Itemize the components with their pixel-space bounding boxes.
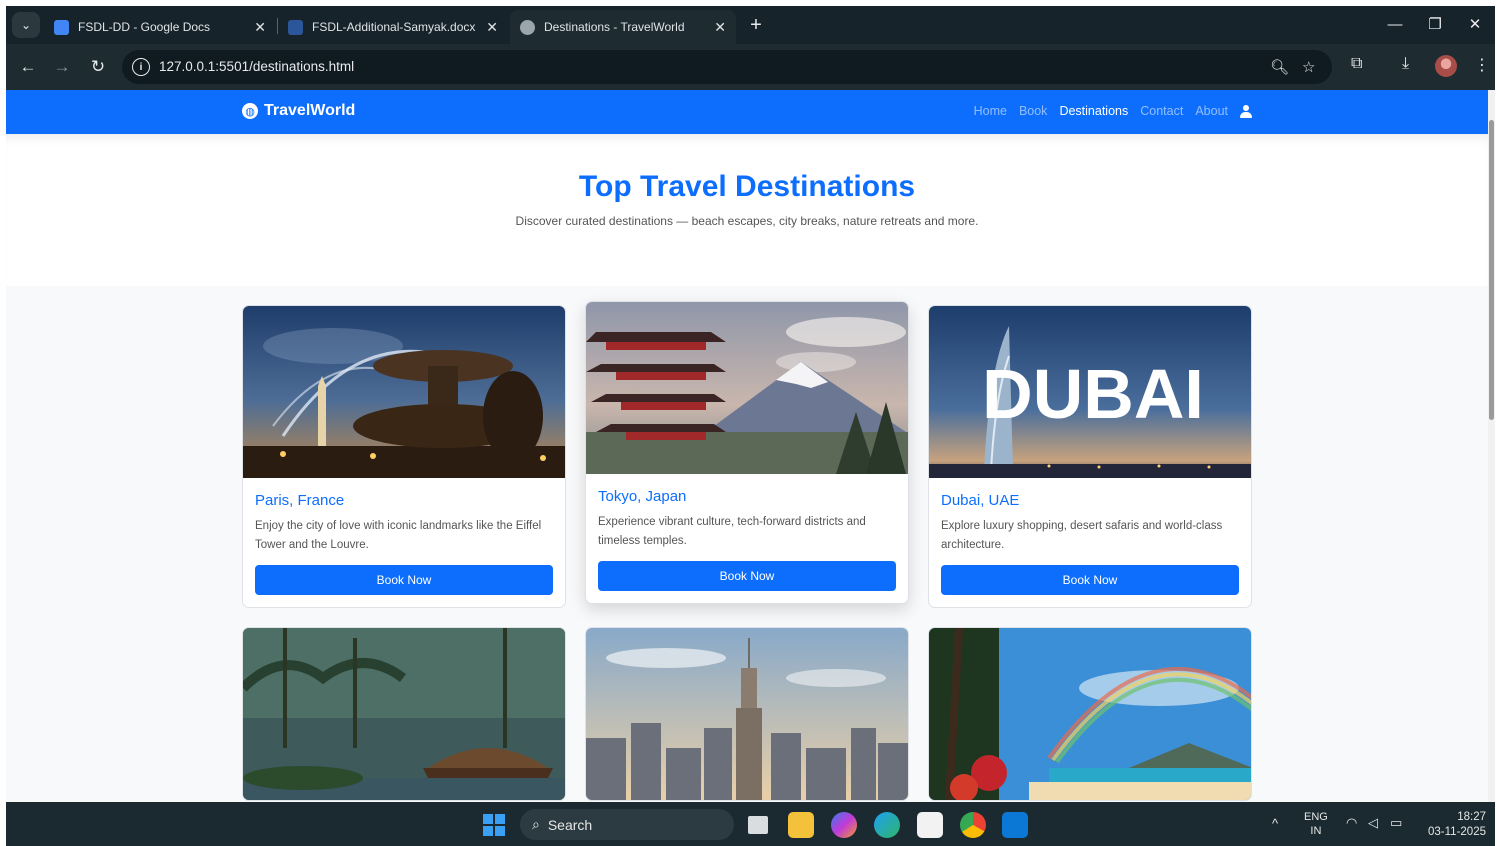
- tab-title: FSDL-Additional-Samyak.docx: [312, 20, 476, 34]
- forward-button[interactable]: →: [48, 53, 76, 81]
- taskbar-search-label: Search: [547, 816, 593, 833]
- site-info-icon[interactable]: i: [132, 58, 150, 76]
- page-scrollbar[interactable]: [1488, 90, 1495, 802]
- page-viewport: ◍ TravelWorld Home Book Destinations Con…: [6, 90, 1488, 802]
- word-icon: [288, 19, 303, 35]
- clock-date: 03-11-2025: [1428, 826, 1486, 838]
- destinations-grid: Paris, France Enjoy the city of love wit…: [6, 286, 1488, 802]
- tab-search-button[interactable]: ⌄: [12, 12, 40, 38]
- taskbar-search[interactable]: ⌕ Search: [520, 809, 734, 840]
- close-icon[interactable]: ✕: [486, 19, 498, 36]
- profile-avatar[interactable]: [1435, 55, 1457, 77]
- reload-button[interactable]: ↻: [84, 53, 112, 81]
- page-title: Top Travel Destinations: [578, 170, 916, 203]
- store-icon[interactable]: [917, 812, 943, 838]
- window-close-button[interactable]: ✕: [1455, 10, 1495, 38]
- download-icon[interactable]: ⤓: [1402, 55, 1409, 73]
- tab-title: FSDL-DD - Google Docs: [78, 20, 211, 34]
- tab-title: Destinations - TravelWorld: [544, 20, 685, 34]
- menu-icon[interactable]: ⋮: [1474, 55, 1490, 75]
- lang-top: ENG: [1304, 811, 1328, 823]
- book-now-button-paris[interactable]: Book Now: [255, 565, 553, 595]
- tab-destinations[interactable]: Destinations - TravelWorld ✕: [510, 10, 736, 44]
- volume-icon[interactable]: ◁: [1368, 815, 1378, 831]
- nav-home[interactable]: Home: [974, 104, 1007, 118]
- browser-toolbar: ← → ↻ i 127.0.0.1:5501/destinations.html…: [6, 44, 1495, 90]
- task-view-icon[interactable]: [748, 816, 768, 834]
- globe-icon: [520, 19, 535, 35]
- close-icon[interactable]: ✕: [714, 19, 726, 36]
- destination-card-tokyo: Tokyo, Japan Experience vibrant culture,…: [585, 301, 909, 604]
- destination-card-dubai: DUBAI Dubai, UAE Explore luxury shopping…: [928, 305, 1252, 608]
- windows-start-icon[interactable]: [483, 814, 505, 836]
- search-icon: ⌕: [532, 816, 540, 832]
- nav-contact[interactable]: Contact: [1140, 104, 1183, 118]
- os-taskbar: ⌕ Search ^ ENG IN ◠ ◁ ▭ 18:27 03-11-2025: [6, 802, 1495, 846]
- file-explorer-icon[interactable]: [788, 812, 814, 838]
- close-icon[interactable]: ✕: [254, 19, 266, 36]
- tokyo-image: [586, 302, 908, 474]
- globe-icon: ◍: [242, 103, 258, 119]
- backwaters-image: [243, 628, 565, 800]
- google-docs-icon: [54, 19, 69, 35]
- wifi-icon[interactable]: ◠: [1346, 815, 1357, 831]
- destination-card-paris: Paris, France Enjoy the city of love wit…: [242, 305, 566, 608]
- book-now-button-tokyo[interactable]: Book Now: [598, 561, 896, 591]
- clock-time: 18:27: [1457, 811, 1486, 823]
- address-bar[interactable]: i 127.0.0.1:5501/destinations.html 🔍︎ ☆: [122, 50, 1332, 84]
- new-tab-button[interactable]: +: [743, 12, 769, 38]
- hero-section: Top Travel Destinations Discover curated…: [6, 134, 1488, 286]
- book-now-button-dubai[interactable]: Book Now: [941, 565, 1239, 595]
- nav-links: Home Book Destinations Contact About: [974, 104, 1252, 118]
- site-navbar: ◍ TravelWorld Home Book Destinations Con…: [6, 90, 1488, 134]
- dubai-image-text: DUBAI: [982, 355, 1204, 433]
- restore-button[interactable]: ❐: [1415, 10, 1455, 38]
- tab-word-doc[interactable]: FSDL-Additional-Samyak.docx ✕: [278, 10, 508, 44]
- site-brand[interactable]: ◍ TravelWorld: [242, 102, 355, 120]
- tab-google-docs[interactable]: FSDL-DD - Google Docs ✕: [44, 10, 276, 44]
- battery-icon[interactable]: ▭: [1390, 815, 1402, 831]
- card-description: Experience vibrant culture, tech-forward…: [598, 516, 866, 547]
- user-icon[interactable]: [1240, 104, 1252, 118]
- destination-card-hawaii: [928, 627, 1252, 801]
- hawaii-image: [929, 628, 1251, 800]
- extensions-icon[interactable]: ⧉: [1351, 55, 1362, 73]
- minimize-button[interactable]: —: [1375, 10, 1415, 38]
- card-title[interactable]: Tokyo, Japan: [598, 488, 896, 505]
- system-clock[interactable]: 18:27 03-11-2025: [1416, 810, 1486, 840]
- lang-bottom: IN: [1310, 825, 1322, 837]
- language-indicator[interactable]: ENG IN: [1304, 810, 1328, 838]
- nav-book[interactable]: Book: [1019, 104, 1048, 118]
- paris-image: [243, 306, 565, 478]
- brand-name: TravelWorld: [264, 102, 356, 119]
- card-title[interactable]: Dubai, UAE: [941, 492, 1239, 509]
- card-title[interactable]: Paris, France: [255, 492, 553, 509]
- tab-bar: ⌄ FSDL-DD - Google Docs ✕ FSDL-Additiona…: [6, 6, 1495, 44]
- scrollbar-thumb[interactable]: [1489, 120, 1494, 420]
- destination-card-new-york: [585, 627, 909, 801]
- back-button[interactable]: ←: [14, 53, 42, 81]
- url-text[interactable]: 127.0.0.1:5501/destinations.html: [159, 59, 354, 74]
- nav-about[interactable]: About: [1195, 104, 1228, 118]
- chrome-icon[interactable]: [960, 812, 986, 838]
- chevron-up-icon[interactable]: ^: [1272, 816, 1278, 831]
- browser-window: ⌄ FSDL-DD - Google Docs ✕ FSDL-Additiona…: [6, 6, 1495, 846]
- card-description: Explore luxury shopping, desert safaris …: [941, 520, 1223, 551]
- card-description: Enjoy the city of love with iconic landm…: [255, 520, 542, 551]
- zoom-icon[interactable]: 🔍︎: [1270, 58, 1289, 76]
- new-york-image: [586, 628, 908, 800]
- dubai-image: DUBAI: [929, 306, 1251, 478]
- copilot-icon[interactable]: [831, 812, 857, 838]
- vscode-icon[interactable]: [1002, 812, 1028, 838]
- edge-icon[interactable]: [874, 812, 900, 838]
- destination-card-kerala: [242, 627, 566, 801]
- page-subtitle: Discover curated destinations — beach es…: [515, 214, 979, 228]
- nav-destinations[interactable]: Destinations: [1059, 104, 1128, 118]
- bookmark-star-icon[interactable]: ☆: [1302, 58, 1315, 76]
